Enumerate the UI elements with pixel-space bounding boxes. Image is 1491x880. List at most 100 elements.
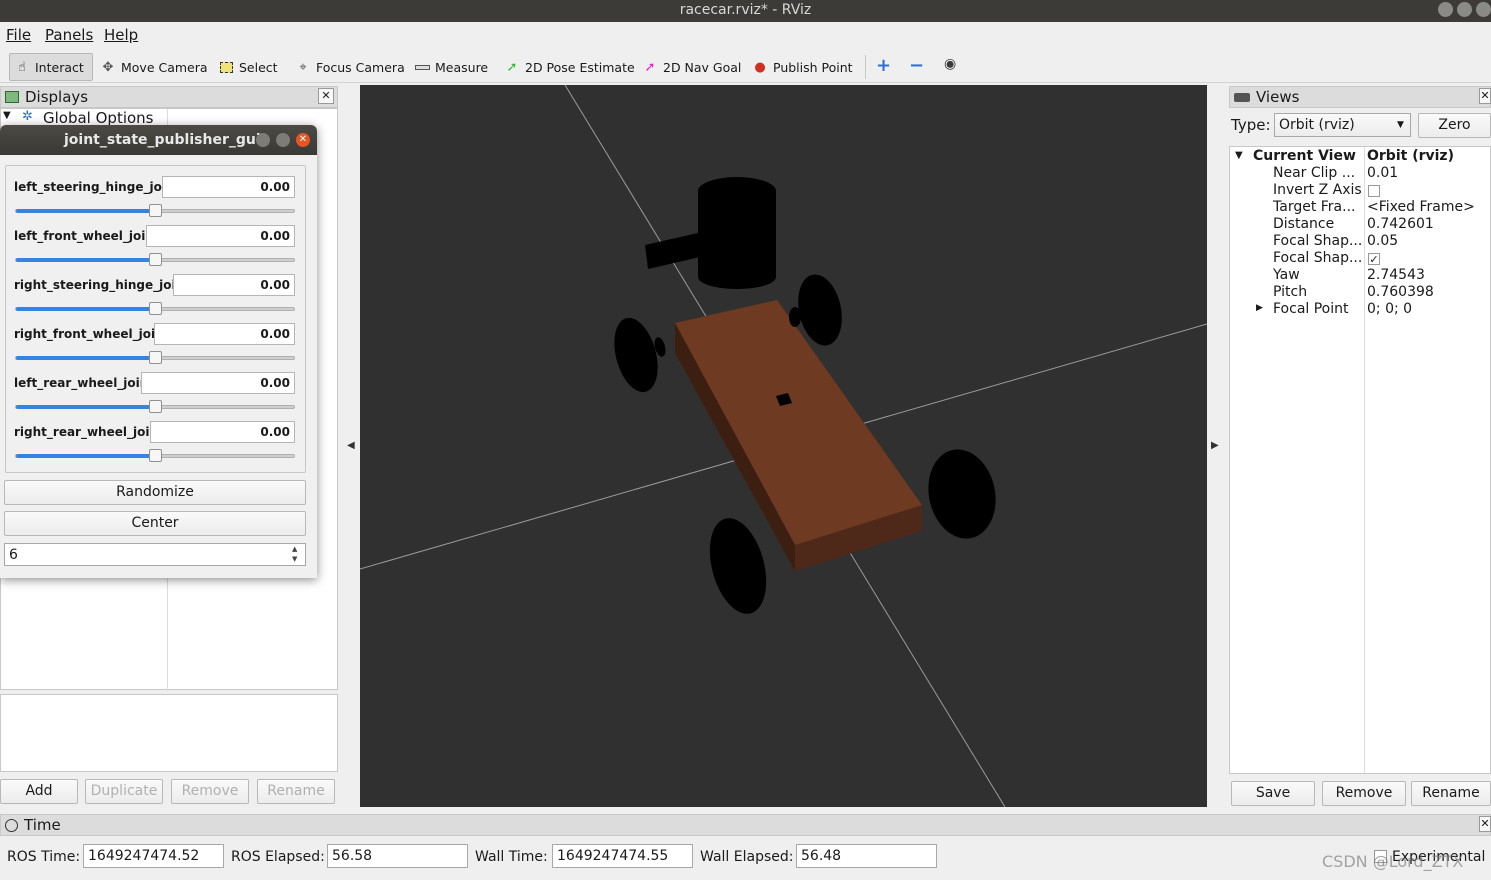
- ros-elapsed-field[interactable]: 56.58: [327, 844, 468, 868]
- joint-value-field[interactable]: 0.00: [141, 372, 295, 394]
- joint-name-label: right_front_wheel_joint: [14, 327, 170, 341]
- collapse-right-icon[interactable]: ▶: [1211, 440, 1219, 451]
- tool-interact[interactable]: ☝ Interact: [9, 53, 93, 81]
- center-button[interactable]: Center: [4, 511, 306, 536]
- close-panel-icon[interactable]: ✕: [1479, 88, 1491, 104]
- save-button[interactable]: Save: [1231, 781, 1315, 806]
- tool-label: Measure: [435, 59, 489, 75]
- property-value[interactable]: 0.760398: [1367, 284, 1434, 300]
- move-camera-icon: ✥: [102, 59, 114, 75]
- tool-select[interactable]: Select: [214, 53, 282, 81]
- slider-handle[interactable]: [149, 253, 162, 266]
- gear-icon: ✲: [22, 109, 33, 124]
- tool-move-camera[interactable]: ✥ Move Camera: [96, 53, 212, 81]
- slider-handle[interactable]: [149, 204, 162, 217]
- view-type-select[interactable]: Orbit (rviz) ▼: [1274, 113, 1411, 137]
- property-name: Yaw: [1273, 267, 1300, 283]
- displays-header: Displays ✕: [0, 86, 338, 108]
- add-tool-icon[interactable]: +: [876, 55, 891, 76]
- minimize-icon[interactable]: [1438, 2, 1453, 17]
- joint-value-field[interactable]: 0.00: [173, 274, 295, 296]
- current-view-value: Orbit (rviz): [1367, 148, 1454, 164]
- joint-name-label: right_rear_wheel_joint: [14, 425, 164, 439]
- expand-arrow-icon[interactable]: ▶: [1256, 303, 1263, 313]
- minimize-icon[interactable]: [256, 133, 270, 147]
- eye-icon[interactable]: ◉: [944, 56, 956, 72]
- property-name: Target Fra...: [1273, 199, 1356, 215]
- maximize-icon[interactable]: [276, 133, 290, 147]
- sensor-bottom: [698, 265, 776, 289]
- property-name: Invert Z Axis: [1273, 182, 1362, 198]
- joint-value-field[interactable]: 0.00: [154, 323, 295, 345]
- tool-focus-camera[interactable]: ⌖ Focus Camera: [291, 53, 409, 81]
- joint-value-field[interactable]: 0.00: [162, 176, 295, 198]
- views-header: Views ✕: [1229, 86, 1491, 108]
- close-icon[interactable]: ✕: [296, 133, 310, 147]
- slider-handle[interactable]: [149, 449, 162, 462]
- title-bar: racecar.rviz* - RViz: [0, 0, 1491, 22]
- chassis-top: [675, 300, 922, 545]
- property-value[interactable]: <Fixed Frame>: [1367, 199, 1475, 215]
- tool-label: Interact: [35, 59, 84, 75]
- rename-button[interactable]: Rename: [257, 779, 335, 804]
- tool-2d-pose-estimate[interactable]: ➚ 2D Pose Estimate: [500, 53, 639, 81]
- slider-handle[interactable]: [149, 400, 162, 413]
- slider-handle[interactable]: [149, 351, 162, 364]
- zero-button[interactable]: Zero: [1418, 113, 1491, 138]
- joint-value-field[interactable]: 0.00: [150, 421, 295, 443]
- remove-view-button[interactable]: Remove: [1322, 781, 1406, 806]
- views-tree[interactable]: ▼ Current View Orbit (rviz) Near Clip ..…: [1229, 146, 1491, 774]
- close-icon[interactable]: [1476, 2, 1491, 17]
- property-value[interactable]: 0.01: [1367, 165, 1398, 181]
- tool-measure[interactable]: Measure: [410, 53, 492, 81]
- displays-title: Displays: [25, 88, 89, 106]
- tool-2d-nav-goal[interactable]: ➚ 2D Nav Goal: [638, 53, 745, 81]
- wall-elapsed-field[interactable]: 56.48: [796, 844, 937, 868]
- property-value[interactable]: 0.742601: [1367, 216, 1434, 232]
- render-viewport[interactable]: [360, 85, 1207, 807]
- ros-time-field[interactable]: 1649247474.52: [83, 844, 224, 868]
- jsp-title-bar: joint_state_publisher_gui ✕: [0, 125, 317, 155]
- wall-time-label: Wall Time:: [475, 849, 548, 865]
- menu-bar: File Panels Help: [0, 22, 1491, 47]
- close-panel-icon[interactable]: ✕: [1479, 816, 1491, 832]
- property-checkbox[interactable]: ✓: [1368, 253, 1380, 265]
- remove-button[interactable]: Remove: [171, 779, 249, 804]
- property-checkbox[interactable]: [1368, 185, 1380, 197]
- tool-label: Focus Camera: [316, 59, 405, 75]
- joint-name-label: left_front_wheel_joint: [14, 229, 160, 243]
- row-count-spinbox[interactable]: 6 ▲ ▼: [4, 543, 306, 566]
- spin-arrows-icon[interactable]: ▲ ▼: [292, 544, 297, 564]
- joint-value-field[interactable]: 0.00: [146, 225, 295, 247]
- slider-fill: [16, 405, 156, 409]
- expand-arrow-icon[interactable]: ▼: [1235, 150, 1243, 161]
- close-panel-icon[interactable]: ✕: [318, 88, 334, 104]
- collapse-left-icon[interactable]: ◀: [347, 440, 355, 451]
- slider-fill: [16, 209, 156, 213]
- property-value[interactable]: 0; 0; 0: [1367, 301, 1412, 317]
- hub-front-right: [789, 307, 801, 327]
- slider-fill: [16, 454, 156, 458]
- slider-fill: [16, 258, 156, 262]
- tool-label: Move Camera: [121, 59, 208, 75]
- wall-time-field[interactable]: 1649247474.55: [552, 844, 693, 868]
- menu-panels[interactable]: Panels: [45, 26, 93, 44]
- add-button[interactable]: Add: [0, 779, 78, 804]
- green-arrow-icon: ➚: [506, 59, 518, 75]
- maximize-icon[interactable]: [1457, 2, 1472, 17]
- menu-file[interactable]: File: [6, 26, 31, 44]
- slider-handle[interactable]: [149, 302, 162, 315]
- property-value[interactable]: 0.05: [1367, 233, 1398, 249]
- tool-publish-point[interactable]: ● Publish Point: [748, 53, 857, 81]
- slider-fill: [16, 307, 156, 311]
- duplicate-button[interactable]: Duplicate: [85, 779, 163, 804]
- property-value[interactable]: 2.74543: [1367, 267, 1425, 283]
- expand-arrow-icon[interactable]: ▼: [3, 110, 11, 121]
- window-title: racecar.rviz* - RViz: [679, 2, 812, 18]
- wall-elapsed-label: Wall Elapsed:: [700, 849, 794, 865]
- randomize-button[interactable]: Randomize: [4, 480, 306, 505]
- chassis: [675, 300, 922, 571]
- menu-help[interactable]: Help: [104, 26, 138, 44]
- rename-view-button[interactable]: Rename: [1411, 781, 1491, 806]
- remove-tool-icon[interactable]: −: [909, 55, 924, 76]
